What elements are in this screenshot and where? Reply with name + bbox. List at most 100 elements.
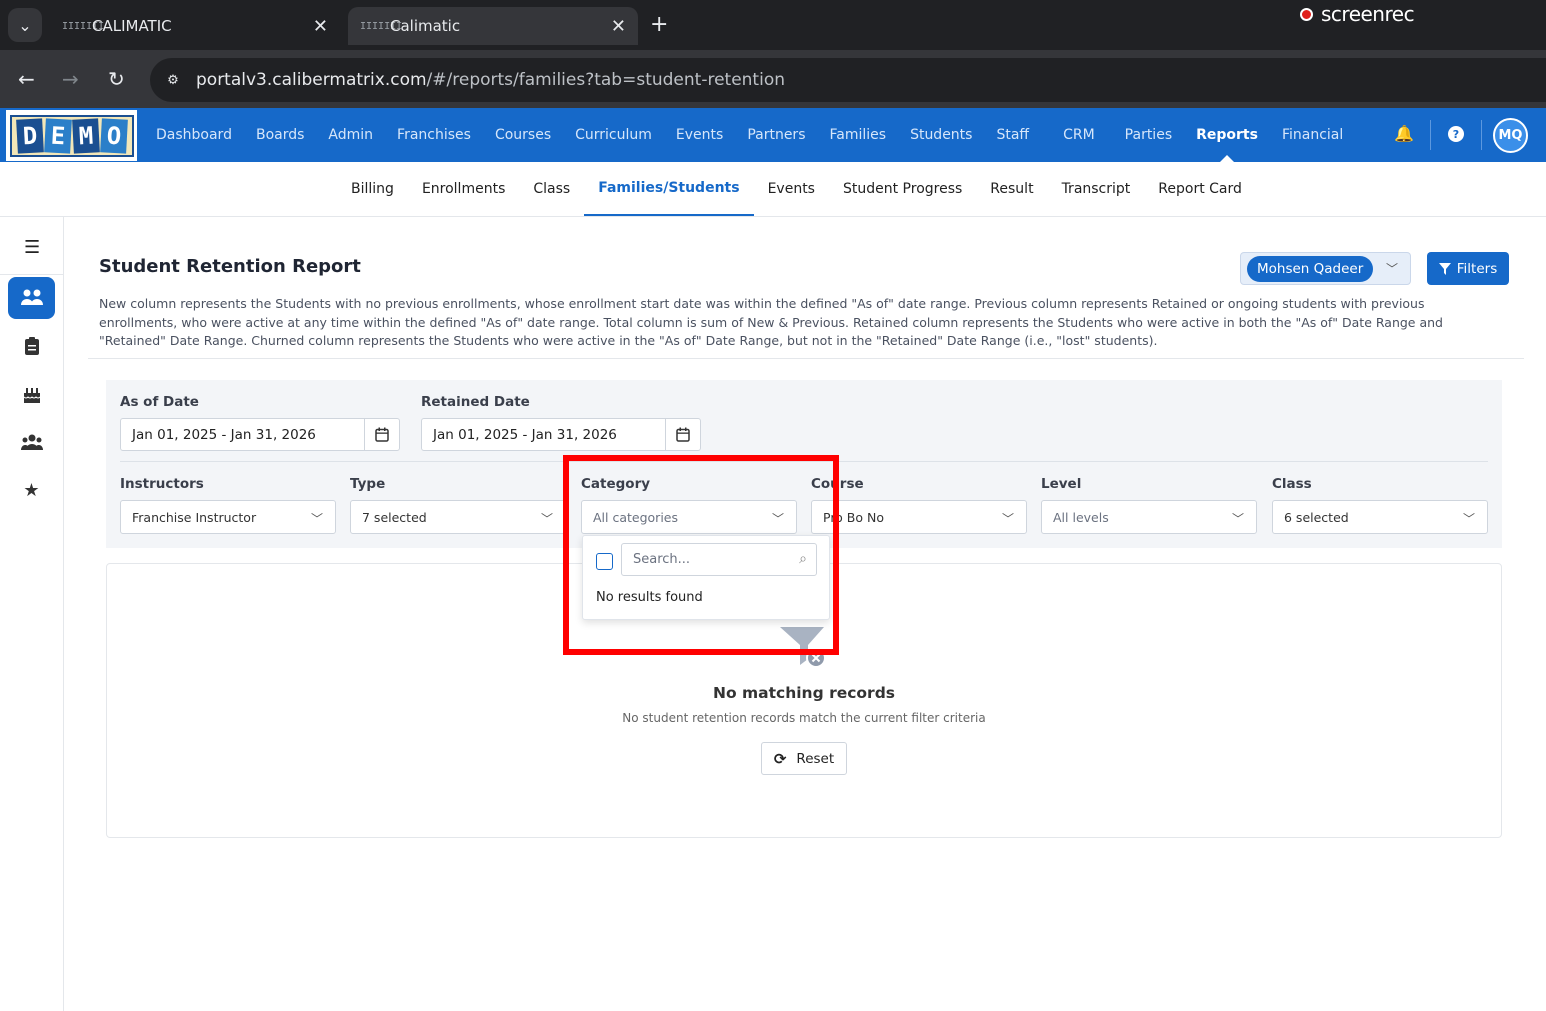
reset-button-label: Reset [796, 750, 835, 767]
tab-search-button[interactable]: ⌄ [8, 8, 42, 42]
user-selector-chip: Mohsen Qadeer [1247, 256, 1374, 282]
chevron-down-icon: ﹀ [540, 512, 553, 526]
url-omnibox[interactable]: ⚙ portalv3.calibermatrix.com/#/reports/f… [150, 58, 1546, 102]
funnel-icon [1438, 262, 1451, 275]
nav-financial[interactable]: Financial [1282, 108, 1343, 162]
nav-curriculum[interactable]: Curriculum [575, 108, 652, 162]
nav-events[interactable]: Events [676, 108, 723, 162]
red-highlight-box [563, 455, 839, 655]
nav-franchises[interactable]: Franchises [397, 108, 471, 162]
url-host: portalv3.calibermatrix.com [196, 70, 427, 90]
reports-sub-nav: Billing Enrollments Class Families/Stude… [0, 162, 1546, 217]
record-dot-icon [1300, 7, 1313, 21]
class-value: 6 selected [1284, 509, 1349, 525]
forward-icon[interactable]: → [62, 67, 79, 91]
nav-divider [1481, 120, 1482, 150]
filters-button-label: Filters [1456, 260, 1498, 277]
nav-courses[interactable]: Courses [495, 108, 551, 162]
clipboard-icon[interactable] [8, 325, 55, 367]
demo-logo[interactable]: D E M O [6, 110, 137, 161]
report-description: New column represents the Students with … [99, 296, 1443, 348]
nav-families[interactable]: Families [830, 108, 887, 162]
type-label: Type [350, 476, 386, 492]
sidebar-divider [0, 274, 64, 275]
nav-boards[interactable]: Boards [256, 108, 304, 162]
course-select[interactable]: Pro Bo No ﹀ [811, 500, 1027, 534]
birthday-cake-icon[interactable] [8, 373, 55, 415]
calendar-icon[interactable] [665, 419, 700, 450]
refresh-icon: ⟳ [773, 749, 787, 768]
logo-letter: E [43, 117, 72, 154]
tab-transcript[interactable]: Transcript [1048, 162, 1145, 216]
browser-tab-bar: ⌄ IIIIIII CALIMATIC ✕ IIIIIII Calimatic … [0, 0, 1546, 50]
new-tab-icon[interactable]: + [650, 12, 668, 37]
tab-class[interactable]: Class [519, 162, 584, 216]
level-select[interactable]: All levels ﹀ [1041, 500, 1257, 534]
class-select[interactable]: 6 selected ﹀ [1272, 500, 1488, 534]
as-of-date-input[interactable]: Jan 01, 2025 - Jan 31, 2026 [120, 418, 400, 451]
back-icon[interactable]: ← [18, 67, 35, 91]
filters-button[interactable]: Filters [1427, 252, 1509, 285]
chevron-down-icon: ﹀ [1001, 512, 1014, 526]
star-icon[interactable]: ★ [8, 469, 55, 511]
nav-partners[interactable]: Partners [747, 108, 805, 162]
url-path: /#/reports/families?tab=student-retentio… [426, 70, 785, 90]
nav-dashboard[interactable]: Dashboard [156, 108, 232, 162]
families-students-icon[interactable] [8, 277, 55, 319]
logo-letter: O [99, 117, 128, 154]
logo-plate: D E M O [9, 114, 134, 157]
nav-parties[interactable]: Parties [1125, 108, 1172, 162]
nav-staff[interactable]: Staff [996, 108, 1029, 162]
favicon-icon: IIIIIII [62, 20, 105, 32]
main-menu: Dashboard Boards Admin Franchises Course… [156, 108, 1367, 162]
browser-tab-1[interactable]: IIIIIII CALIMATIC ✕ [50, 7, 340, 45]
address-bar-row: ← → ↻ ⚙ portalv3.calibermatrix.com/#/rep… [0, 50, 1546, 108]
calendar-icon[interactable] [364, 419, 399, 450]
tab-close-icon[interactable]: ✕ [313, 16, 328, 37]
nav-students[interactable]: Students [910, 108, 972, 162]
tab-result[interactable]: Result [976, 162, 1047, 216]
class-label: Class [1272, 476, 1312, 492]
nav-reports[interactable]: Reports [1196, 108, 1258, 162]
nav-admin[interactable]: Admin [328, 108, 373, 162]
retained-date-label: Retained Date [421, 394, 530, 410]
empty-state-title: No matching records [712, 684, 896, 702]
type-select[interactable]: 7 selected ﹀ [350, 500, 566, 534]
level-label: Level [1041, 476, 1082, 492]
favicon-icon: IIIIIII [360, 20, 403, 32]
chevron-down-icon: ﹀ [310, 512, 323, 526]
tab-close-icon[interactable]: ✕ [611, 16, 626, 37]
reset-button[interactable]: ⟳ Reset [761, 742, 847, 775]
tab-student-progress[interactable]: Student Progress [829, 162, 976, 216]
left-sidebar: ☰ ★ [0, 217, 64, 1011]
level-value: All levels [1053, 509, 1109, 525]
header-divider [88, 358, 1524, 359]
nav-crm[interactable]: CRM [1063, 108, 1095, 162]
tab-events[interactable]: Events [754, 162, 829, 216]
retained-date-value: Jan 01, 2025 - Jan 31, 2026 [433, 426, 617, 443]
hamburger-menu-icon[interactable]: ☰ [24, 237, 40, 258]
retained-date-input[interactable]: Jan 01, 2025 - Jan 31, 2026 [421, 418, 701, 451]
browser-tab-2-active[interactable]: IIIIIII Calimatic ✕ [348, 7, 638, 45]
help-icon[interactable]: ? [1448, 126, 1464, 142]
instructors-select[interactable]: Franchise Instructor ﹀ [120, 500, 336, 534]
page-title: Student Retention Report [99, 256, 361, 277]
users-group-icon[interactable] [8, 421, 55, 463]
reload-icon[interactable]: ↻ [108, 67, 125, 91]
user-avatar[interactable]: MQ [1493, 118, 1528, 153]
site-info-icon[interactable]: ⚙ [160, 67, 186, 93]
type-value: 7 selected [362, 509, 427, 525]
tab-enrollments[interactable]: Enrollments [408, 162, 519, 216]
screenrec-label: screenrec [1321, 2, 1415, 26]
chevron-down-icon: ﹀ [1385, 262, 1398, 276]
as-of-date-value: Jan 01, 2025 - Jan 31, 2026 [132, 426, 316, 443]
tab-billing[interactable]: Billing [337, 162, 408, 216]
as-of-date-label: As of Date [120, 394, 199, 410]
logo-letter: M [71, 117, 100, 154]
tab-families-students[interactable]: Families/Students [584, 162, 754, 216]
tab-report-card[interactable]: Report Card [1144, 162, 1256, 216]
screenrec-badge: screenrec [1300, 2, 1415, 26]
url-text[interactable]: portalv3.calibermatrix.com/#/reports/fam… [196, 70, 785, 90]
bell-icon[interactable]: 🔔 [1394, 124, 1414, 143]
user-selector[interactable]: Mohsen Qadeer ﹀ [1240, 252, 1411, 285]
